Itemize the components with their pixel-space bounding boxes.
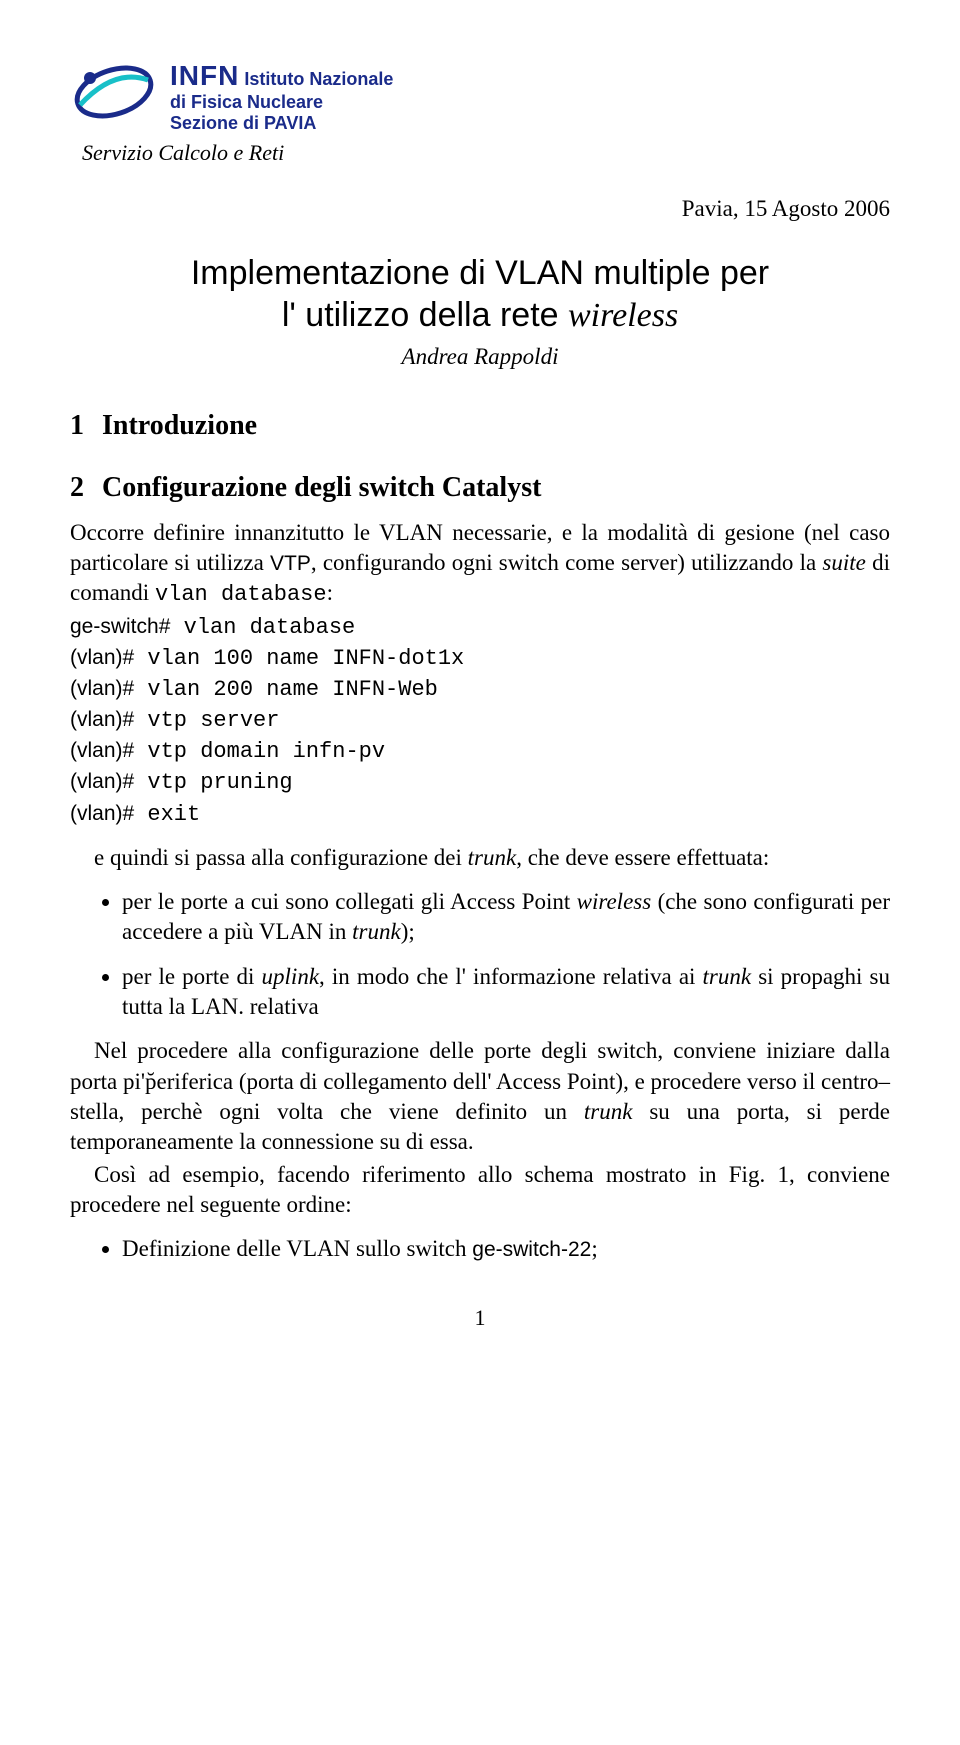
- document-page: INFN Istituto Nazionale di Fisica Nuclea…: [0, 0, 960, 1371]
- cmd-line: (vlan)# vlan 100 name INFN-dot1x: [70, 642, 890, 673]
- institution-logo: INFN Istituto Nazionale di Fisica Nuclea…: [70, 60, 890, 134]
- cmd-line: (vlan)# vlan 200 name INFN-Web: [70, 673, 890, 704]
- cmd-line: (vlan)# vtp pruning: [70, 766, 890, 797]
- paragraph-procedure: Nel procedere alla configurazione delle …: [70, 1036, 890, 1157]
- list-item: per le porte a cui sono collegati gli Ac…: [122, 887, 890, 948]
- cmd-line: (vlan)# vtp domain infn-pv: [70, 735, 890, 766]
- command-block: ge-switch# vlan database (vlan)# vlan 10…: [70, 611, 890, 828]
- title-line2a: l' utilizzo della rete: [282, 296, 568, 334]
- section-2-num: 2: [70, 472, 84, 503]
- cmd-line: (vlan)# vtp server: [70, 704, 890, 735]
- infn-logo-icon: [70, 60, 158, 124]
- section-1-num: 1: [70, 410, 84, 441]
- logo-acronym: INFN: [170, 60, 239, 91]
- document-author: Andrea Rappoldi: [70, 344, 890, 370]
- section-1-title: Introduzione: [102, 410, 257, 441]
- title-wireless: wireless: [568, 297, 678, 334]
- document-title: Implementazione di VLAN multiple per l' …: [70, 252, 890, 338]
- paragraph-trunk-intro: e quindi si passa alla configurazione de…: [70, 843, 890, 873]
- title-line1: Implementazione di VLAN multiple per: [191, 254, 769, 292]
- bullet-list-2: Definizione delle VLAN sullo switch ge-s…: [70, 1234, 890, 1264]
- logo-line2: Istituto Nazionale: [244, 69, 393, 89]
- logo-line3: di Fisica Nucleare: [170, 92, 323, 112]
- section-1-heading: 1 Introduzione: [70, 410, 890, 442]
- page-number: 1: [70, 1305, 890, 1331]
- list-item: per le porte di uplink, in modo che l' i…: [122, 962, 890, 1023]
- cmd-line: (vlan)# exit: [70, 798, 890, 829]
- bullet-list-1: per le porte a cui sono collegati gli Ac…: [70, 887, 890, 1022]
- service-name: Servizio Calcolo e Reti: [82, 140, 890, 166]
- section-2-heading: 2 Configurazione degli switch Catalyst: [70, 472, 890, 504]
- paragraph-example: Così ad esempio, facendo riferimento all…: [70, 1160, 890, 1221]
- logo-line4: Sezione di PAVIA: [170, 113, 316, 133]
- paragraph-intro: Occorre definire innanzitutto le VLAN ne…: [70, 518, 890, 610]
- list-item: Definizione delle VLAN sullo switch ge-s…: [122, 1234, 890, 1264]
- section-2-title: Configurazione degli switch Catalyst: [102, 472, 541, 503]
- cmd-line: ge-switch# vlan database: [70, 611, 890, 642]
- logo-text-block: INFN Istituto Nazionale di Fisica Nuclea…: [170, 60, 393, 134]
- document-date: Pavia, 15 Agosto 2006: [70, 196, 890, 222]
